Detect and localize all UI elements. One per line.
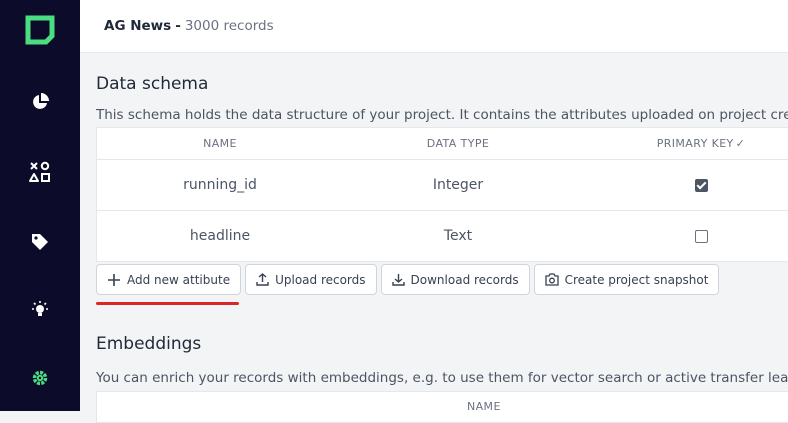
shapes-icon[interactable] [0,160,80,184]
table-row: running_id Integer [97,160,788,211]
attribute-name: headline [189,228,251,244]
highlight-underline [96,302,239,305]
download-records-label: Download records [410,272,519,287]
create-snapshot-button[interactable]: Create project snapshot [533,264,720,295]
attribute-name: running_id [183,177,257,193]
data-schema-table: NAME DATA TYPE PRIMARY KEY ✓ running_id I… [96,127,788,262]
embeddings-table: NAME [96,391,788,423]
table-row: headline Text [97,211,788,261]
table-header: NAME DATA TYPE PRIMARY KEY ✓ [97,128,788,160]
plus-icon [108,273,120,286]
add-attribute-button[interactable]: Add new attibute [96,264,242,295]
lightbulb-icon[interactable] [0,298,80,322]
check-icon: ✓ [735,137,746,150]
primary-key-checkbox[interactable] [694,178,708,192]
primary-key-cell [573,177,788,193]
column-header-data-type: DATA TYPE [426,137,490,150]
primary-key-label: PRIMARY KEY [656,137,734,150]
sidebar [0,0,80,411]
create-snapshot-label: Create project snapshot [564,272,709,287]
column-header-primary-key: PRIMARY KEY ✓ [573,137,788,150]
attribute-data-type: Integer [432,177,484,193]
upload-records-button[interactable]: Upload records [245,264,377,295]
column-header-name: NAME [467,400,501,413]
upload-icon [256,273,269,286]
camera-icon [544,273,559,286]
tag-icon[interactable] [0,230,80,254]
schema-actions: Add new attibute Upload records Download… [96,264,720,295]
upload-records-label: Upload records [275,272,366,287]
project-name: AG News [104,18,172,34]
download-icon [391,274,405,286]
embeddings-description: You can enrich your records with embeddi… [96,370,788,386]
record-count: 3000 records [184,18,274,34]
add-attribute-label: Add new attibute [127,272,231,287]
top-bar: AG News - 3000 records [80,0,788,53]
primary-key-checkbox[interactable] [694,229,708,243]
logo-icon[interactable] [0,14,80,46]
download-records-button[interactable]: Download records [380,264,530,295]
data-schema-title: Data schema [96,74,209,94]
data-schema-description: This schema holds the data structure of … [96,107,788,123]
embeddings-title: Embeddings [96,334,202,354]
attribute-data-type: Text [443,228,473,244]
column-header-name: NAME [203,137,237,150]
primary-key-cell [573,228,788,244]
gear-icon[interactable] [0,366,80,390]
project-separator: - [175,18,181,34]
pie-chart-icon[interactable] [0,90,80,114]
